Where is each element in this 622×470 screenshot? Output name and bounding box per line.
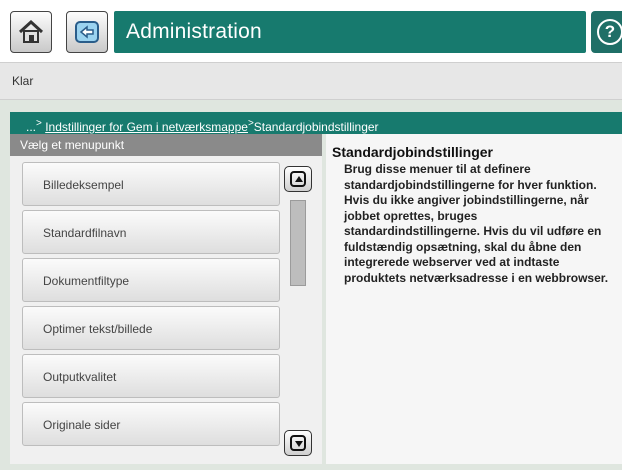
menu-item-outputkvalitet[interactable]: Outputkvalitet <box>22 354 280 398</box>
breadcrumb-current: Standardjobindstillinger <box>253 120 379 134</box>
title-band: Administration <box>114 11 586 53</box>
chevron-up-icon <box>290 171 306 187</box>
scroll-down-button[interactable] <box>284 430 312 456</box>
menu-header: Vælg et menupunkt <box>10 134 322 156</box>
back-button[interactable] <box>66 11 108 53</box>
title-bar: Administration ? <box>0 0 622 62</box>
scroll-up-button[interactable] <box>284 166 312 192</box>
content-panel: ...> Indstillinger for Gem i netværksmap… <box>0 100 622 470</box>
info-description: Brug disse menuer til at definere standa… <box>344 162 609 285</box>
home-icon <box>18 20 44 43</box>
menu-item-dokumentfiltype[interactable]: Dokumentfiltype <box>22 258 280 302</box>
menu-column: Vælg et menupunkt Billedeksempel Standar… <box>10 134 322 464</box>
scroll-thumb[interactable] <box>290 200 306 286</box>
help-button[interactable]: ? <box>591 11 622 53</box>
home-button[interactable] <box>10 11 52 53</box>
page-title: Administration <box>126 20 262 43</box>
menu-item-optimer-tekst-billede[interactable]: Optimer tekst/billede <box>22 306 280 350</box>
status-text: Klar <box>12 74 34 88</box>
scrollbar[interactable] <box>284 162 314 462</box>
status-bar: Klar <box>0 62 622 100</box>
menu-item-originale-sider[interactable]: Originale sider <box>22 402 280 446</box>
back-arrow-icon <box>75 21 99 43</box>
breadcrumb-prefix: ... <box>26 120 37 134</box>
help-icon: ? <box>597 19 622 45</box>
info-panel: Standardjobindstillinger Brug disse menu… <box>326 134 622 464</box>
breadcrumb-separator: > <box>36 118 42 129</box>
menu-item-standardfilnavn[interactable]: Standardfilnavn <box>22 210 280 254</box>
chevron-down-icon <box>290 435 306 451</box>
breadcrumb-parent-link[interactable]: Indstillinger for Gem i netværksmappe <box>45 120 248 134</box>
menu-item-billedeksempel[interactable]: Billedeksempel <box>22 162 280 206</box>
breadcrumb: ...> Indstillinger for Gem i netværksmap… <box>10 112 622 134</box>
menu-list: Billedeksempel Standardfilnavn Dokumentf… <box>22 162 280 450</box>
info-title: Standardjobindstillinger <box>332 144 494 160</box>
